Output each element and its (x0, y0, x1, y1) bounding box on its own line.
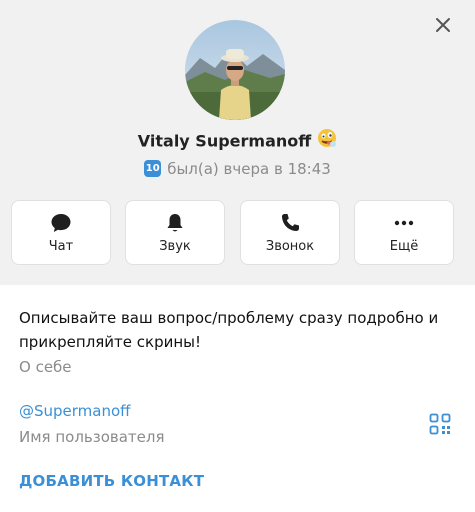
username-caption: Имя пользователя (19, 428, 165, 446)
profile-name: Vitaly Supermanoff (137, 131, 312, 151)
bio-caption: О себе (19, 358, 72, 376)
call-button[interactable]: Звонок (240, 200, 340, 265)
more-button[interactable]: Ещё (354, 200, 454, 265)
phone-icon (281, 214, 299, 232)
qr-code-button[interactable] (428, 412, 452, 436)
add-contact-button[interactable]: ДОБАВИТЬ КОНТАКТ (19, 470, 204, 492)
last-seen-text: был(а) вчера в 18:43 (167, 160, 331, 178)
emoji-status-icon[interactable] (317, 128, 337, 156)
sound-button[interactable]: Звук (125, 200, 225, 265)
bell-icon (167, 214, 183, 232)
more-dots-icon (394, 220, 414, 226)
username-link[interactable]: @Supermanoff (19, 400, 131, 422)
qr-code-icon (429, 413, 451, 435)
bio-text: Описывайте ваш вопрос/проблему сразу под… (19, 309, 439, 351)
last-seen-row: 10 был(а) вчера в 18:43 (0, 157, 475, 181)
avatar[interactable] (185, 20, 285, 120)
more-button-label: Ещё (389, 239, 419, 254)
profile-name-row: Vitaly Supermanoff (0, 128, 475, 154)
close-button[interactable] (428, 10, 458, 40)
profile-header: Vitaly Supermanoff 10 был(а) вчера в 18:4… (0, 0, 475, 285)
call-button-label: Звонок (265, 239, 315, 254)
chat-button[interactable]: Чат (11, 200, 111, 265)
chat-button-label: Чат (48, 239, 74, 254)
chat-bubble-icon (51, 214, 71, 232)
level-badge: 10 (144, 160, 162, 177)
sound-button-label: Звук (159, 239, 191, 254)
close-icon (436, 18, 450, 32)
